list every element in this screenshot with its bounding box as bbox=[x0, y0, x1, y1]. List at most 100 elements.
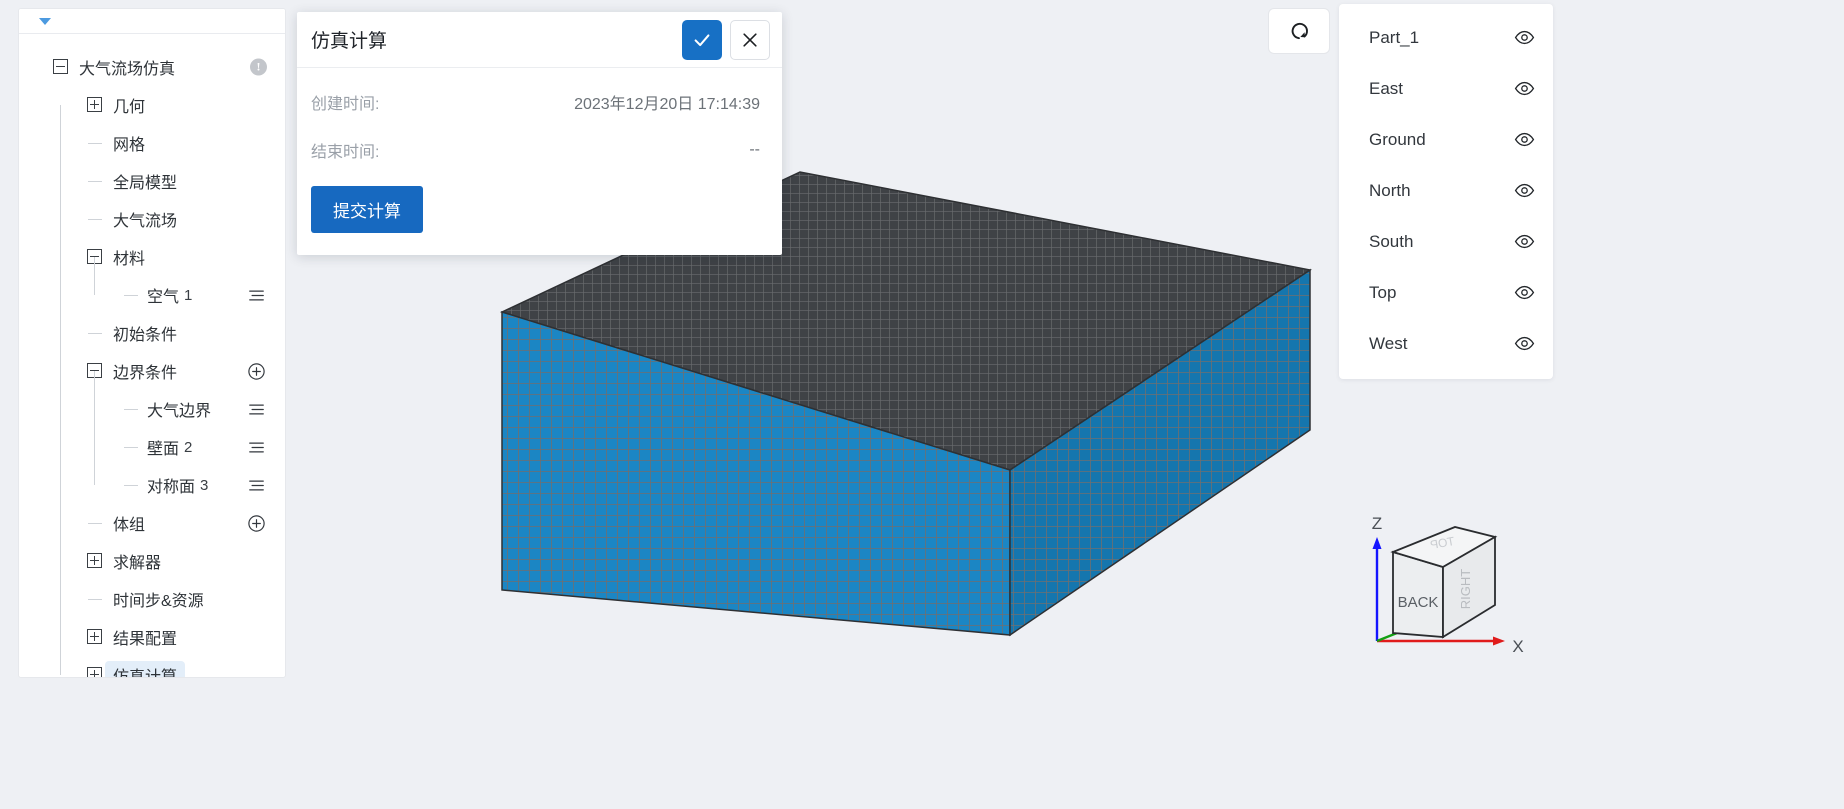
tree-item-labelbox[interactable]: 全局模型 bbox=[105, 167, 185, 195]
check-icon bbox=[694, 33, 710, 46]
eye-icon[interactable] bbox=[1513, 282, 1535, 304]
part-row[interactable]: South bbox=[1339, 216, 1553, 267]
part-name: Part_1 bbox=[1369, 27, 1420, 47]
tree-item-atmo-bound[interactable]: 大气边界 bbox=[19, 390, 285, 428]
tree-item-labelbox[interactable]: 大气边界 bbox=[139, 395, 219, 423]
tree-item-labelbox[interactable]: 初始条件 bbox=[105, 319, 185, 347]
tree-item-flow-field[interactable]: 大气流场 bbox=[19, 200, 285, 238]
end-time-row: 结束时间: -- bbox=[311, 134, 760, 166]
tree-item-volume-group[interactable]: 体组 bbox=[19, 504, 285, 542]
created-time-value: 2023年12月20日 17:14:39 bbox=[574, 96, 760, 113]
tree-branch-line bbox=[88, 219, 102, 220]
navigation-cube[interactable]: BACK RIGHT TOP Z X bbox=[1355, 489, 1535, 659]
dialog-body: 创建时间: 2023年12月20日 17:14:39 结束时间: -- 提交计算 bbox=[297, 68, 782, 255]
tree-item-labelbox[interactable]: 体组 bbox=[105, 509, 153, 537]
part-row[interactable]: Top bbox=[1339, 267, 1553, 318]
tree-item-result-cfg[interactable]: 结果配置 bbox=[19, 618, 285, 656]
tree-connector-line bbox=[60, 257, 61, 333]
tree-item-labelbox[interactable]: 网格 bbox=[105, 129, 153, 157]
part-row[interactable]: North bbox=[1339, 165, 1553, 216]
tree-item-index: 1 bbox=[184, 286, 193, 304]
eye-icon[interactable] bbox=[1513, 129, 1535, 151]
warning-icon: ! bbox=[250, 58, 267, 76]
tree-item-labelbox[interactable]: 仿真计算 bbox=[105, 661, 186, 677]
tree-item-global-model[interactable]: 全局模型 bbox=[19, 162, 285, 200]
tree-connector-line bbox=[60, 333, 61, 371]
simulation-dialog[interactable]: 仿真计算 创建时间: 2023年12月20日 17:14:39 结束时间: -- bbox=[297, 12, 782, 255]
tree-item-label: 大气流场仿真 bbox=[79, 61, 176, 78]
tree-item-labelbox[interactable]: 壁面 2 bbox=[139, 433, 200, 461]
tree-item-geometry[interactable]: 几何 bbox=[19, 86, 285, 124]
tree-connector-line bbox=[60, 371, 61, 523]
tree-branch-line bbox=[88, 523, 102, 524]
part-row[interactable]: West bbox=[1339, 318, 1553, 369]
expand-toggle-solver[interactable] bbox=[87, 553, 102, 568]
tree-item-label: 大气流场 bbox=[113, 213, 178, 230]
tree-item-initial-cond[interactable]: 初始条件 bbox=[19, 314, 285, 352]
tree-item-root[interactable]: 大气流场仿真! bbox=[19, 48, 285, 86]
confirm-button[interactable] bbox=[682, 19, 722, 60]
eye-icon[interactable] bbox=[1513, 78, 1535, 100]
tree-item-labelbox[interactable]: 结果配置 bbox=[105, 623, 185, 651]
created-time-label: 创建时间: bbox=[311, 96, 380, 113]
tree-item-material[interactable]: 材料 bbox=[19, 238, 285, 276]
end-time-label: 结束时间: bbox=[311, 144, 380, 161]
eye-icon[interactable] bbox=[1513, 27, 1535, 49]
end-time-value: -- bbox=[749, 141, 760, 158]
list-menu-icon[interactable] bbox=[245, 398, 267, 420]
list-menu-icon[interactable] bbox=[245, 474, 267, 496]
tree-item-index: 2 bbox=[184, 438, 193, 456]
tree-connector-line bbox=[60, 637, 61, 675]
expand-toggle-simulation[interactable] bbox=[87, 667, 102, 677]
reset-view-icon bbox=[1291, 22, 1308, 40]
tree-connector-line bbox=[60, 523, 61, 561]
tree-item-label: 求解器 bbox=[113, 555, 162, 572]
tree-connector-line bbox=[60, 105, 61, 257]
add-icon[interactable] bbox=[245, 360, 267, 382]
tree-item-label: 空气 bbox=[147, 289, 180, 306]
tree-branch-line bbox=[88, 143, 102, 144]
reset-view-button[interactable] bbox=[1268, 8, 1330, 54]
tree-item-labelbox[interactable]: 时间步&资源 bbox=[105, 585, 212, 613]
model-tree-sidebar[interactable]: 大气流场仿真! 几何网格全局模型大气流场材料空气 1 初始条件边界条件大气边界壁面 2 对… bbox=[18, 8, 286, 678]
part-row[interactable]: Ground bbox=[1339, 114, 1553, 165]
list-menu-icon[interactable] bbox=[245, 284, 267, 306]
tree-item-wall-2[interactable]: 壁面 2 bbox=[19, 428, 285, 466]
cube-face-back: BACK bbox=[1398, 594, 1439, 611]
submit-calculation-button[interactable]: 提交计算 bbox=[311, 186, 423, 233]
tree-item-labelbox[interactable]: 对称面 3 bbox=[139, 471, 216, 499]
part-row[interactable]: East bbox=[1339, 63, 1553, 114]
expand-toggle-geometry[interactable] bbox=[87, 97, 102, 112]
tree-item-timestep[interactable]: 时间步&资源 bbox=[19, 580, 285, 618]
part-name: South bbox=[1369, 231, 1414, 251]
tree-item-simulation[interactable]: 仿真计算 bbox=[19, 656, 285, 677]
collapse-toggle-root[interactable] bbox=[53, 59, 68, 74]
tree-item-index: 3 bbox=[200, 476, 209, 494]
tree-item-mesh[interactable]: 网格 bbox=[19, 124, 285, 162]
model-tree[interactable]: 大气流场仿真! 几何网格全局模型大气流场材料空气 1 初始条件边界条件大气边界壁面 2 对… bbox=[19, 34, 285, 677]
tree-item-solver[interactable]: 求解器 bbox=[19, 542, 285, 580]
tree-item-air-1[interactable]: 空气 1 bbox=[19, 276, 285, 314]
expand-toggle-result-cfg[interactable] bbox=[87, 629, 102, 644]
list-menu-icon[interactable] bbox=[245, 436, 267, 458]
add-icon[interactable] bbox=[245, 512, 267, 534]
nav-cube-graphic[interactable]: BACK RIGHT TOP Z X bbox=[1355, 489, 1535, 659]
tree-item-labelbox[interactable]: 求解器 bbox=[105, 547, 169, 575]
chevron-down-icon[interactable] bbox=[39, 18, 51, 25]
parts-panel[interactable]: Part_1 East Ground North South Top West bbox=[1339, 4, 1553, 379]
tree-item-symmetry-3[interactable]: 对称面 3 bbox=[19, 466, 285, 504]
tree-item-labelbox[interactable]: 材料 bbox=[105, 243, 153, 271]
tree-item-labelbox[interactable]: 大气流场仿真 bbox=[71, 53, 183, 81]
cancel-button[interactable] bbox=[730, 19, 770, 60]
eye-icon[interactable] bbox=[1513, 180, 1535, 202]
tree-item-boundary[interactable]: 边界条件 bbox=[19, 352, 285, 390]
tree-item-labelbox[interactable]: 空气 1 bbox=[139, 281, 200, 309]
eye-icon[interactable] bbox=[1513, 333, 1535, 355]
tree-item-labelbox[interactable]: 大气流场 bbox=[105, 205, 185, 233]
part-row[interactable]: Part_1 bbox=[1339, 12, 1553, 63]
tree-item-labelbox[interactable]: 边界条件 bbox=[105, 357, 185, 385]
tree-item-labelbox[interactable]: 几何 bbox=[105, 91, 153, 119]
eye-icon[interactable] bbox=[1513, 231, 1535, 253]
part-name: North bbox=[1369, 180, 1411, 200]
sidebar-toolbar[interactable] bbox=[19, 9, 285, 34]
